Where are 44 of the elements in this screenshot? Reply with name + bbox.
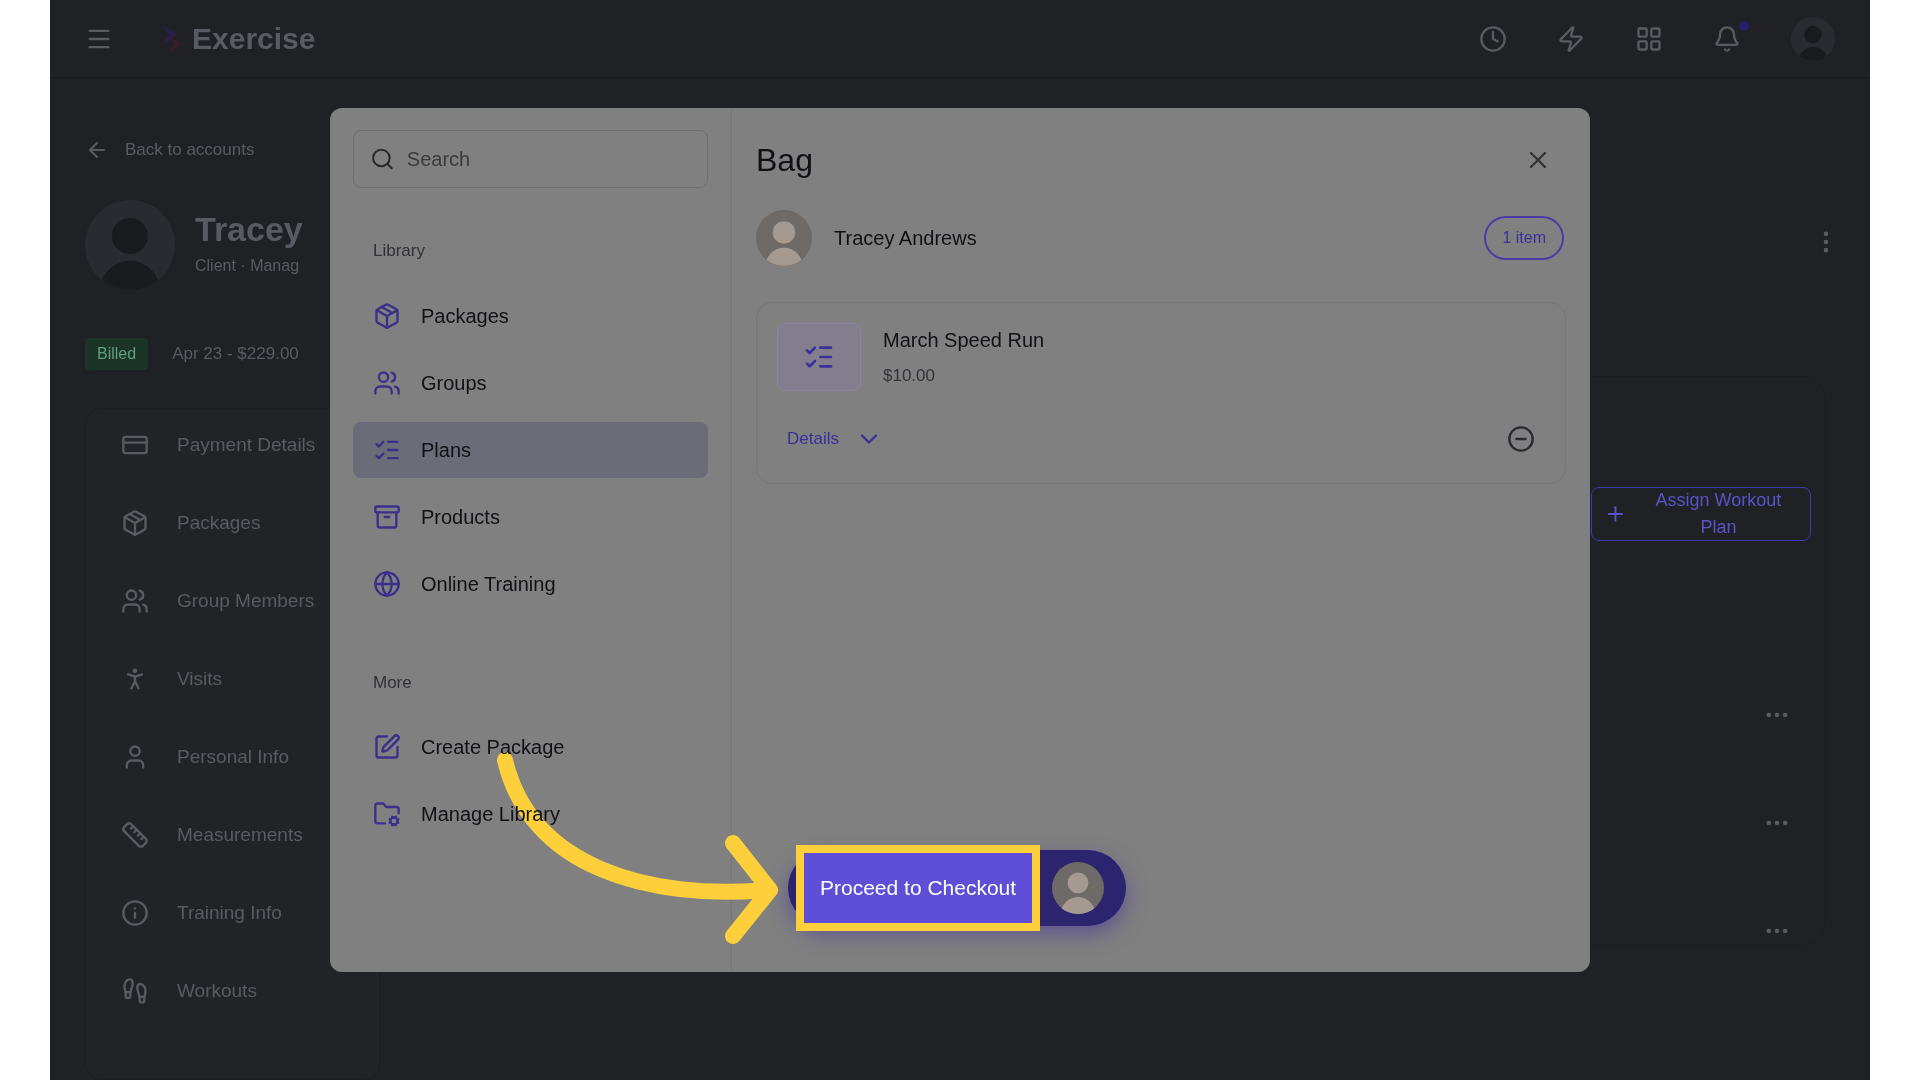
status-badge: Billed	[85, 338, 149, 370]
search-input[interactable]: Search	[406, 144, 691, 174]
info-icon	[121, 899, 149, 927]
customer-avatar	[1052, 862, 1104, 914]
details-toggle[interactable]: Details	[787, 425, 883, 453]
bag-title: Bag	[756, 141, 813, 180]
library-item[interactable]: Plans	[353, 421, 708, 478]
nav-item[interactable]: Payment Details	[177, 430, 316, 460]
search-bar[interactable]: Search	[353, 130, 708, 188]
assign-workout-plan-button[interactable]: Assign Workout Plan	[1591, 487, 1811, 541]
customer-avatar	[756, 210, 812, 266]
nav-item[interactable]: Visits	[177, 664, 223, 694]
client-name: Tracey	[195, 212, 303, 246]
customer-name: Tracey Andrews	[834, 226, 977, 251]
globe-icon	[373, 569, 401, 598]
nav-item[interactable]: Measurements	[177, 820, 303, 850]
nav-item[interactable]: Packages	[177, 508, 261, 538]
group-icon	[121, 587, 149, 615]
item-count: 1 item	[1484, 216, 1564, 260]
nav-item[interactable]: Workouts	[177, 976, 257, 1006]
client-meta: Client · Manag	[195, 256, 301, 276]
grid-icon[interactable]	[1635, 24, 1663, 53]
billing-info: Apr 23 - $229.00	[172, 343, 299, 366]
clock-icon[interactable]	[1479, 24, 1507, 53]
item-price: $10.00	[883, 365, 936, 388]
remove-icon[interactable]	[1507, 425, 1535, 453]
edit-icon	[373, 733, 401, 761]
archive-icon	[373, 502, 401, 531]
app-title: Exercise	[192, 21, 316, 57]
nav-item[interactable]: Personal Info	[177, 742, 289, 772]
section-heading: Library	[372, 240, 426, 262]
checkout-button[interactable]: Proceed to Checkout	[796, 845, 1041, 931]
ruler-icon	[121, 821, 149, 849]
item-name: March Speed Run	[883, 328, 1045, 354]
lightning-icon[interactable]	[1557, 24, 1585, 53]
nav-item[interactable]: Training Info	[177, 898, 282, 928]
section-heading: More	[372, 671, 413, 694]
notification-icon[interactable]	[1713, 24, 1741, 53]
back-link[interactable]: Back to accounts	[125, 137, 255, 163]
box-icon	[373, 301, 401, 330]
folder-settings-icon	[373, 800, 401, 828]
nav-item[interactable]: Group Members	[177, 586, 315, 616]
package-icon	[121, 509, 149, 537]
group-icon	[373, 368, 401, 397]
